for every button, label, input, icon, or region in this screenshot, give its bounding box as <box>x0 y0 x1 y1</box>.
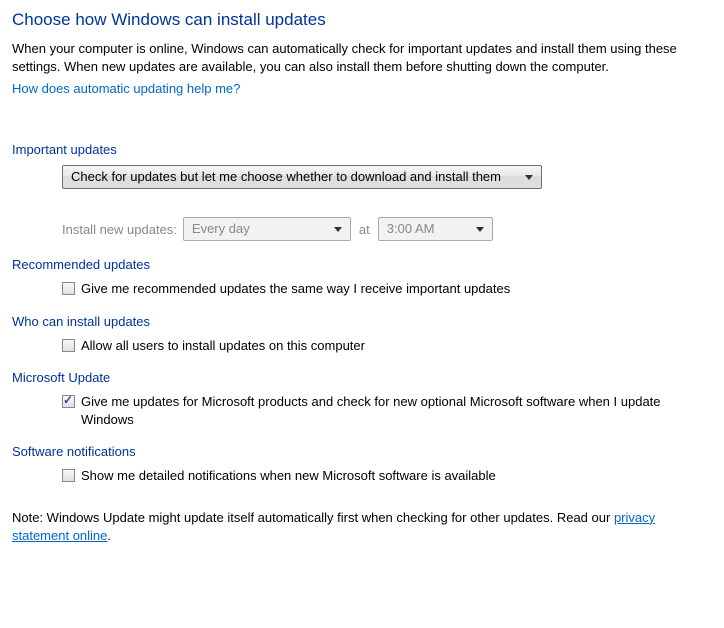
schedule-day-dropdown: Every day <box>183 217 351 241</box>
who-checkbox[interactable] <box>62 339 75 352</box>
notifications-checkbox-label[interactable]: Show me detailed notifications when new … <box>81 467 496 485</box>
microsoft-checkbox[interactable] <box>62 395 75 408</box>
schedule-time-value: 3:00 AM <box>387 221 435 236</box>
intro-text: When your computer is online, Windows ca… <box>12 40 712 75</box>
section-header-microsoft: Microsoft Update <box>12 370 712 385</box>
recommended-checkbox[interactable] <box>62 282 75 295</box>
notifications-checkbox[interactable] <box>62 469 75 482</box>
section-header-important: Important updates <box>12 142 712 157</box>
page-title: Choose how Windows can install updates <box>12 10 712 30</box>
section-header-who: Who can install updates <box>12 314 712 329</box>
schedule-time-dropdown: 3:00 AM <box>378 217 493 241</box>
schedule-at-label: at <box>359 222 370 237</box>
schedule-day-value: Every day <box>192 221 250 236</box>
schedule-label: Install new updates: <box>62 222 177 237</box>
help-link[interactable]: How does automatic updating help me? <box>12 81 240 96</box>
microsoft-checkbox-label[interactable]: Give me updates for Microsoft products a… <box>81 393 712 428</box>
update-policy-dropdown[interactable]: Check for updates but let me choose whet… <box>62 165 542 189</box>
recommended-checkbox-label[interactable]: Give me recommended updates the same way… <box>81 280 510 298</box>
note-prefix: Note: Windows Update might update itself… <box>12 510 614 525</box>
update-policy-value: Check for updates but let me choose whet… <box>71 169 501 184</box>
section-header-notifications: Software notifications <box>12 444 712 459</box>
who-checkbox-label[interactable]: Allow all users to install updates on th… <box>81 337 365 355</box>
note-suffix: . <box>107 528 111 543</box>
footer-note: Note: Windows Update might update itself… <box>12 509 712 545</box>
section-header-recommended: Recommended updates <box>12 257 712 272</box>
